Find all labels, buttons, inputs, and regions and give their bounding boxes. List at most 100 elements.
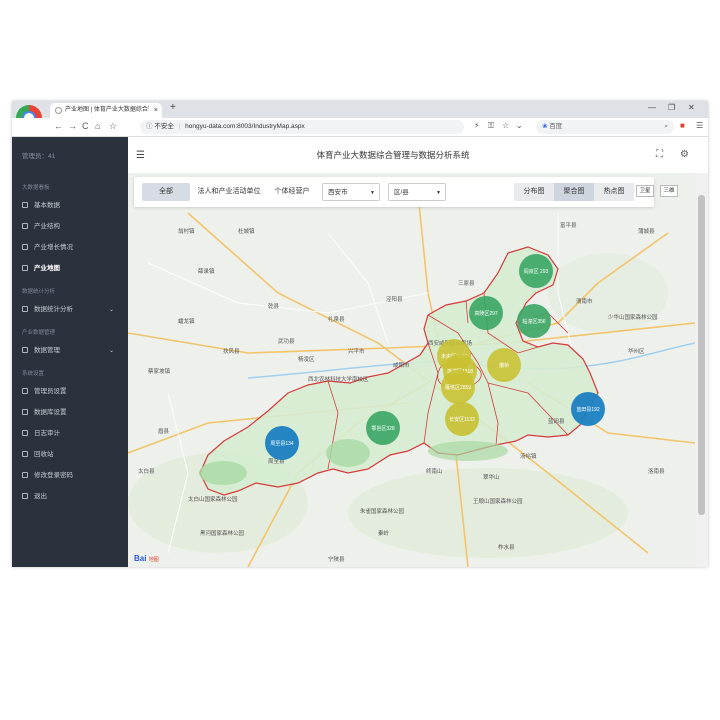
map-label: 杨凌区 [298,355,315,363]
fullscreen-icon[interactable]: ⛶ [656,149,663,160]
sidebar-item-logout[interactable]: 退出 [22,491,122,503]
map-label: 黑河国家森林公园 [200,529,245,537]
satellite-button[interactable]: 卫星 [636,185,654,197]
settings-icon[interactable]: ⚙ [680,149,689,160]
cluster-label: 灞桥 [499,362,509,369]
extension-icon[interactable]: ■ [680,121,685,130]
favicon-icon [55,107,62,114]
section-title: 产业数据管理 [22,330,56,336]
sidebar-item-statistics[interactable]: 数据统计分析 ⌄ [22,304,122,316]
caret-down-icon: ▼ [436,190,441,196]
cluster-label: 周至县134 [270,441,294,447]
map-label: 蟠龙镇 [178,317,195,325]
filter-individual-button[interactable]: 个体经营户 [268,183,316,201]
sidebar-item-admin-settings[interactable]: 管理员设置 [22,386,122,398]
3d-button[interactable]: 三维 [660,185,678,197]
gear-icon [22,223,28,229]
map-label: 宁陕县 [328,555,345,563]
log-icon [22,430,28,436]
reload-icon[interactable]: C [82,121,89,131]
view-distribution-button[interactable]: 分布图 [514,183,554,201]
sidebar-item-database-settings[interactable]: 数据库设置 [22,407,122,419]
search-icon[interactable]: ⌕ [664,120,668,134]
city-select[interactable]: 西安市 ▼ [322,183,380,201]
sidebar-item-audit-log[interactable]: 日志审计 [22,428,122,440]
sidebar-item-industry-growth[interactable]: 产业增长情况 [22,242,122,254]
map-label: 蒲城县 [638,227,655,235]
section-title: 数据统计分析 [22,289,56,295]
cluster-label: 鄠邑区328 [371,425,395,432]
map-label: 三原县 [458,280,475,287]
map-label: 王顺山国家森林公园 [473,497,523,505]
district-select[interactable]: 区/县 ▼ [388,183,446,201]
logout-icon [22,493,28,499]
map-label: 洛南县 [648,467,665,475]
sidebar-item-change-password[interactable]: 修改登录密码 [22,470,122,482]
baidu-map-logo: Bai 地图 [134,554,159,563]
browser-window: 产业地图 | 体育产业大数据综合管 × + — ❐ ✕ ← → C ⌂ ☆ ⓘ … [12,101,708,567]
back-icon[interactable]: ← [54,121,63,131]
sidebar-item-industry-structure[interactable]: 产业结构 [22,221,122,233]
view-heat-button[interactable]: 热点图 [594,183,634,201]
chevron-down-icon: ⌄ [108,307,114,313]
map-label: 柞水县 [498,543,515,551]
chevron-down-icon: ⌄ [108,348,114,354]
menu-icon[interactable]: ☰ [696,121,703,130]
map-label: 渭南市 [576,297,593,305]
tab-bar: 产业地图 | 体育产业大数据综合管 × + — ❐ ✕ [12,101,708,118]
map-label: 兴平市 [348,347,365,355]
chevron-down-icon[interactable]: ⌄ [516,121,523,130]
sidebar-item-industry-map[interactable]: 产业地图 [22,263,122,275]
key-icon[interactable]: ⚿ [488,121,494,131]
map-label: 礼泉县 [328,315,345,323]
section-title: 大数据看板 [22,185,50,191]
filter-bar: 全部 法人和产业活动单位 个体经营户 西安市 ▼ 区/县 ▼ 分布图 聚合图 热… [134,177,654,207]
cluster-label: 阎良区 293 [524,268,549,275]
map-label: 汤峪镇 [520,452,537,460]
lightning-icon[interactable]: ⚡ [474,121,480,130]
map-canvas[interactable]: 咸阳市 渭南市 西安咸阳国际机场 西北农林科技大学南校区 太白山国家森林公园 黑… [128,173,695,567]
map-container[interactable]: 咸阳市 渭南市 西安咸阳国际机场 西北农林科技大学南校区 太白山国家森林公园 黑… [128,173,695,567]
bookmark-icon[interactable]: ☆ [109,121,117,132]
close-window-icon[interactable]: ✕ [688,103,695,112]
scrollbar-thumb[interactable] [698,195,705,515]
map-label: 蔡家坡镇 [148,367,171,375]
address-bar: ← → C ⌂ ☆ ⓘ 不安全 | hongyu-data.com:8003/I… [12,118,708,137]
cluster-label: 临潼区356 [522,318,546,325]
sidebar-item-recycle-bin[interactable]: 回收站 [22,449,122,461]
map-label: 太白山国家森林公园 [188,495,238,503]
tab-title: 产业地图 | 体育产业大数据综合管 [65,107,149,113]
filter-all-button[interactable]: 全部 [142,183,190,201]
map-label: 薛录镇 [198,267,215,275]
browser-tab[interactable]: 产业地图 | 体育产业大数据综合管 × [50,103,162,118]
new-tab-button[interactable]: + [170,102,176,113]
sidebar-item-data-management[interactable]: 数据管理 ⌄ [22,345,122,357]
minimize-icon[interactable]: — [648,103,656,112]
view-cluster-button[interactable]: 聚合图 [554,183,594,201]
filter-corp-button[interactable]: 法人和产业活动单位 [194,183,264,201]
home-icon[interactable]: ⌂ [95,121,100,131]
map-label: 华州区 [628,347,645,355]
scrollbar[interactable] [695,173,708,567]
cluster-label: 高陵区297 [474,310,498,317]
lock-icon [22,472,28,478]
search-box[interactable]: ❀ 百度 ⌕ [536,120,674,134]
chart-icon [22,244,28,250]
map-label: 西北农林科技大学南校区 [308,375,369,383]
search-engine-label: 百度 [549,123,563,130]
forward-icon[interactable]: → [68,121,77,131]
star-icon[interactable]: ☆ [502,121,509,130]
maximize-icon[interactable]: ❐ [668,103,675,112]
map-label: 扶风县 [223,347,240,355]
tab-close-icon[interactable]: × [154,103,158,118]
sidebar: 管理员：41 大数据看板 基本数据 产业结构 产业增长情况 产业地图 数据统计分… [12,137,128,567]
sidebar-item-basic-data[interactable]: 基本数据 [22,200,122,212]
map-label: 终南山 [426,467,443,475]
map-label: 泾阳县 [386,295,403,303]
bar-chart-icon [22,306,28,312]
map-label: 少华山国家森林公园 [608,313,658,321]
cluster-label: 蓝田县192 [576,406,600,413]
url-field[interactable]: ⓘ 不安全 | hongyu-data.com:8003/IndustryMap… [140,120,464,134]
map-label: 眉县 [158,428,170,435]
info-icon: ⓘ [146,123,153,130]
